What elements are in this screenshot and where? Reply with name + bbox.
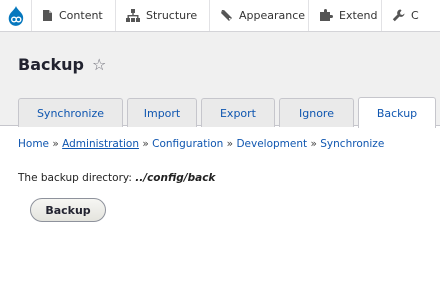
breadcrumb-home[interactable]: Home (18, 138, 49, 150)
tab-label: Import (143, 106, 181, 120)
toolbar-item-label: Extend (339, 9, 378, 22)
toolbar-item-configuration[interactable]: C (382, 0, 440, 31)
breadcrumb-administration[interactable]: Administration (62, 138, 139, 150)
backup-directory-label: The backup directory: (18, 172, 132, 184)
page-header: Backup ☆ Synchronize Import Export Ignor… (0, 32, 440, 128)
drupal-logo-icon[interactable] (0, 0, 32, 31)
breadcrumb: Home » Administration » Configuration » … (18, 138, 438, 150)
page-title: Backup ☆ (18, 55, 106, 74)
toolbar-item-label: Structure (146, 9, 198, 22)
tab-import[interactable]: Import (127, 98, 197, 127)
breadcrumb-development[interactable]: Development (236, 138, 307, 150)
primary-tabs: Synchronize Import Export Ignore Backup (18, 97, 440, 128)
breadcrumb-separator: » (142, 138, 149, 150)
main-content: Home » Administration » Configuration » … (18, 138, 438, 222)
tab-export[interactable]: Export (201, 98, 275, 127)
tab-ignore[interactable]: Ignore (279, 98, 354, 127)
favorite-star-icon[interactable]: ☆ (92, 55, 106, 74)
page-icon (43, 10, 52, 21)
backup-directory-info: The backup directory: ../config/back (18, 172, 215, 184)
tab-label: Export (219, 106, 256, 120)
breadcrumb-synchronize[interactable]: Synchronize (320, 138, 384, 150)
puzzle-icon (320, 9, 333, 21)
tab-label: Backup (376, 106, 418, 120)
page-title-text: Backup (18, 55, 84, 74)
toolbar-item-label: Content (59, 9, 103, 22)
tab-label: Ignore (299, 106, 334, 120)
breadcrumb-configuration[interactable]: Configuration (152, 138, 223, 150)
backup-button[interactable]: Backup (30, 198, 106, 222)
toolbar-item-structure[interactable]: Structure (116, 0, 210, 31)
toolbar-item-extend[interactable]: Extend (309, 0, 382, 31)
toolbar-item-label: Appearance (239, 9, 306, 22)
tab-synchronize[interactable]: Synchronize (18, 98, 123, 127)
toolbar-item-content[interactable]: Content (32, 0, 116, 31)
toolbar-item-label: C (411, 9, 419, 22)
tab-backup[interactable]: Backup (358, 97, 436, 128)
wrench-icon (392, 9, 405, 22)
breadcrumb-separator: » (52, 138, 59, 150)
tab-label: Synchronize (36, 106, 105, 120)
backup-directory-path: ../config/back (135, 172, 216, 184)
breadcrumb-separator: » (310, 138, 317, 150)
sitemap-icon (126, 9, 140, 22)
paintbrush-icon (221, 10, 232, 21)
breadcrumb-separator: » (226, 138, 234, 150)
admin-toolbar: Content Structure Appearance Extend C (0, 0, 440, 32)
toolbar-item-appearance[interactable]: Appearance (210, 0, 309, 31)
